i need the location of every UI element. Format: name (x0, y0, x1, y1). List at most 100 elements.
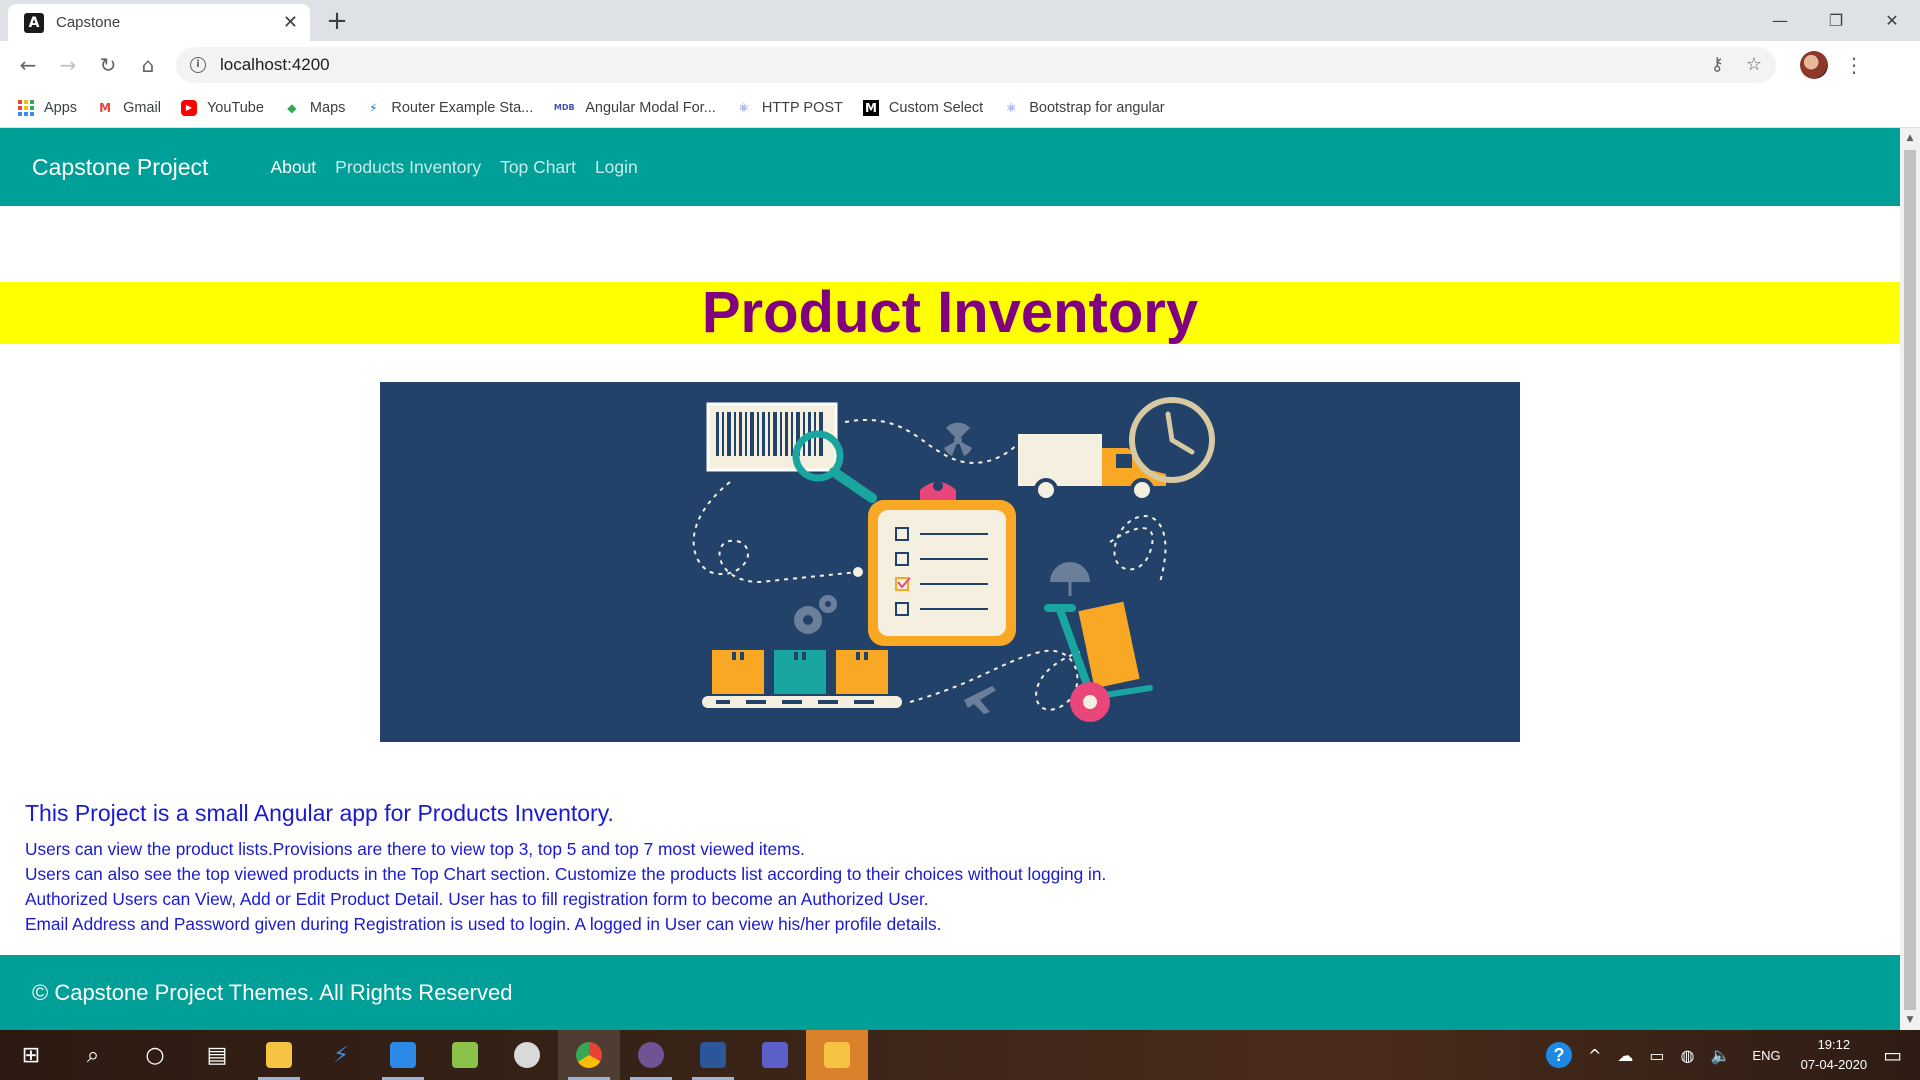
app-footer: © Capstone Project Themes. All Rights Re… (0, 955, 1900, 1030)
taskbar-notepad[interactable] (434, 1030, 496, 1080)
scroll-down-arrow[interactable]: ▼ (1900, 1012, 1920, 1028)
task-view-icon: ▤ (206, 1042, 228, 1068)
bookmark-youtube[interactable]: ▶ YouTube (180, 99, 264, 116)
bookmark-apps[interactable]: Apps (18, 99, 78, 116)
bookmark-label: Maps (309, 99, 346, 116)
clipboard-icon (868, 481, 1016, 646)
forward-button[interactable]: → (48, 45, 88, 85)
chrome-icon (576, 1042, 602, 1068)
menu-dots-icon[interactable]: ⋮ (1844, 53, 1864, 77)
bookmarks-bar: Apps M Gmail ▶ YouTube ◆ Maps ⚡ Router E… (0, 88, 1920, 128)
home-button[interactable]: ⌂ (128, 45, 168, 85)
browser-tab-strip: A Capstone ✕ + — ❐ ✕ (0, 0, 1920, 41)
footer-text: © Capstone Project Themes. All Rights Re… (32, 979, 513, 1005)
language-indicator[interactable]: ENG (1752, 1048, 1780, 1063)
profile-avatar[interactable] (1800, 50, 1828, 79)
hero-banner: Product Inventory (0, 282, 1900, 344)
browser-tab-capstone[interactable]: A Capstone ✕ (8, 4, 310, 41)
taskbar-file-explorer[interactable] (248, 1030, 310, 1080)
start-button[interactable]: ⊞ (0, 1030, 62, 1080)
bookmark-maps[interactable]: ◆ Maps (284, 100, 345, 116)
apps-grid-icon (18, 99, 34, 116)
back-button[interactable]: ← (8, 45, 48, 85)
network-icon[interactable]: ◍ (1681, 1046, 1695, 1065)
intro-line: Authorized Users can View, Add or Edit P… (25, 889, 929, 909)
taskbar-app-orange[interactable] (806, 1030, 868, 1080)
taskbar-teams[interactable] (744, 1030, 806, 1080)
info-icon[interactable]: i (190, 56, 206, 73)
bookmark-label: Router Example Sta... (391, 99, 534, 116)
volume-icon[interactable]: 🔈 (1711, 1046, 1731, 1065)
notification-icon[interactable]: ▭ (1883, 1043, 1902, 1067)
bookmark-label: Gmail (123, 99, 161, 116)
nav-link-login[interactable]: Login (595, 157, 638, 178)
search-button[interactable]: ⌕ (62, 1030, 124, 1080)
angular-icon: A (24, 12, 44, 33)
scroll-thumb[interactable] (1904, 150, 1916, 1010)
umbrella-icon (1050, 562, 1090, 596)
nav-link-about[interactable]: About (270, 157, 316, 178)
bookmark-label: YouTube (206, 99, 264, 116)
taskbar-word[interactable] (682, 1030, 744, 1080)
cortana-button[interactable]: ○ (124, 1030, 186, 1080)
intro-heading: This Project is a small Angular app for … (25, 800, 614, 826)
taskbar-app-lightning[interactable]: ⚡ (310, 1030, 372, 1080)
taskbar-chrome[interactable] (558, 1030, 620, 1080)
airplane-icon (964, 686, 996, 714)
close-icon[interactable]: ✕ (283, 12, 298, 33)
windows-taskbar: ⊞ ⌕ ○ ▤ ⚡ ? ^ ☁ ▭ ◍ 🔈 ENG 19:12 07-04-20… (0, 1030, 1920, 1080)
taskbar-paint[interactable] (496, 1030, 558, 1080)
word-icon (700, 1042, 726, 1068)
boxes-icon (702, 650, 902, 708)
new-tab-button[interactable]: + (322, 6, 352, 36)
cloud-icon[interactable]: ☁ (1617, 1046, 1633, 1065)
react-icon: ⚛ (738, 100, 750, 115)
lightning-icon: ⚡ (369, 100, 378, 115)
chevron-up-icon[interactable]: ^ (1588, 1046, 1601, 1065)
intro-line: Email Address and Password given during … (25, 914, 942, 934)
folder-icon (266, 1042, 292, 1068)
page-scrollbar[interactable]: ▲ ▼ (1900, 128, 1920, 1030)
restore-button[interactable]: ❐ (1808, 0, 1864, 41)
scroll-up-arrow[interactable]: ▲ (1900, 130, 1920, 146)
vscode-icon (390, 1042, 416, 1068)
bookmark-label: HTTP POST (761, 99, 843, 116)
help-icon[interactable]: ? (1546, 1042, 1572, 1068)
notepad-icon (452, 1042, 478, 1068)
window-close-button[interactable]: ✕ (1864, 0, 1920, 41)
github-icon (638, 1042, 664, 1068)
hand-truck-icon (1044, 601, 1153, 722)
reload-button[interactable]: ↻ (88, 45, 128, 85)
system-tray: ? ^ ☁ ▭ ◍ 🔈 ENG 19:12 07-04-2020 ▭ (1546, 1030, 1920, 1080)
bookmark-custom-select[interactable]: M Custom Select (862, 99, 983, 116)
nav-link-top-chart[interactable]: Top Chart (500, 157, 576, 178)
bookmark-gmail[interactable]: M Gmail (97, 100, 161, 116)
navbar-brand[interactable]: Capstone Project (32, 154, 208, 181)
clock[interactable]: 19:12 07-04-2020 (1801, 1035, 1868, 1075)
taskbar-github[interactable] (620, 1030, 682, 1080)
nav-links: About Products Inventory Top Chart Login (270, 157, 656, 178)
star-icon[interactable]: ☆ (1746, 54, 1762, 75)
mdb-icon: MDB (553, 103, 575, 112)
medium-icon: M (862, 99, 879, 116)
address-bar[interactable]: i localhost:4200 ⚷ ☆ (176, 46, 1776, 83)
bookmark-label: Apps (44, 99, 78, 116)
gears-icon (794, 595, 837, 634)
page-title: Product Inventory (701, 280, 1199, 345)
battery-icon[interactable]: ▭ (1649, 1046, 1664, 1065)
minimize-button[interactable]: — (1752, 0, 1808, 41)
task-view-button[interactable]: ▤ (186, 1030, 248, 1080)
youtube-icon: ▶ (180, 99, 197, 116)
windows-logo-icon: ⊞ (21, 1042, 41, 1068)
nav-link-products-inventory[interactable]: Products Inventory (335, 157, 481, 178)
bookmark-router-example[interactable]: ⚡ Router Example Sta... (365, 100, 533, 116)
key-icon[interactable]: ⚷ (1711, 54, 1724, 75)
web-page: Capstone Project About Products Inventor… (0, 128, 1900, 1030)
bookmark-angular-modal[interactable]: MDB Angular Modal For... (553, 100, 716, 116)
bookmark-http-post[interactable]: ⚛ HTTP POST (736, 100, 843, 116)
file-icon (824, 1042, 850, 1068)
paint-icon (514, 1042, 540, 1068)
bookmark-bootstrap-angular[interactable]: ⚛ Bootstrap for angular (1003, 100, 1165, 116)
url-text[interactable]: localhost:4200 (220, 55, 1689, 75)
taskbar-vscode[interactable] (372, 1030, 434, 1080)
